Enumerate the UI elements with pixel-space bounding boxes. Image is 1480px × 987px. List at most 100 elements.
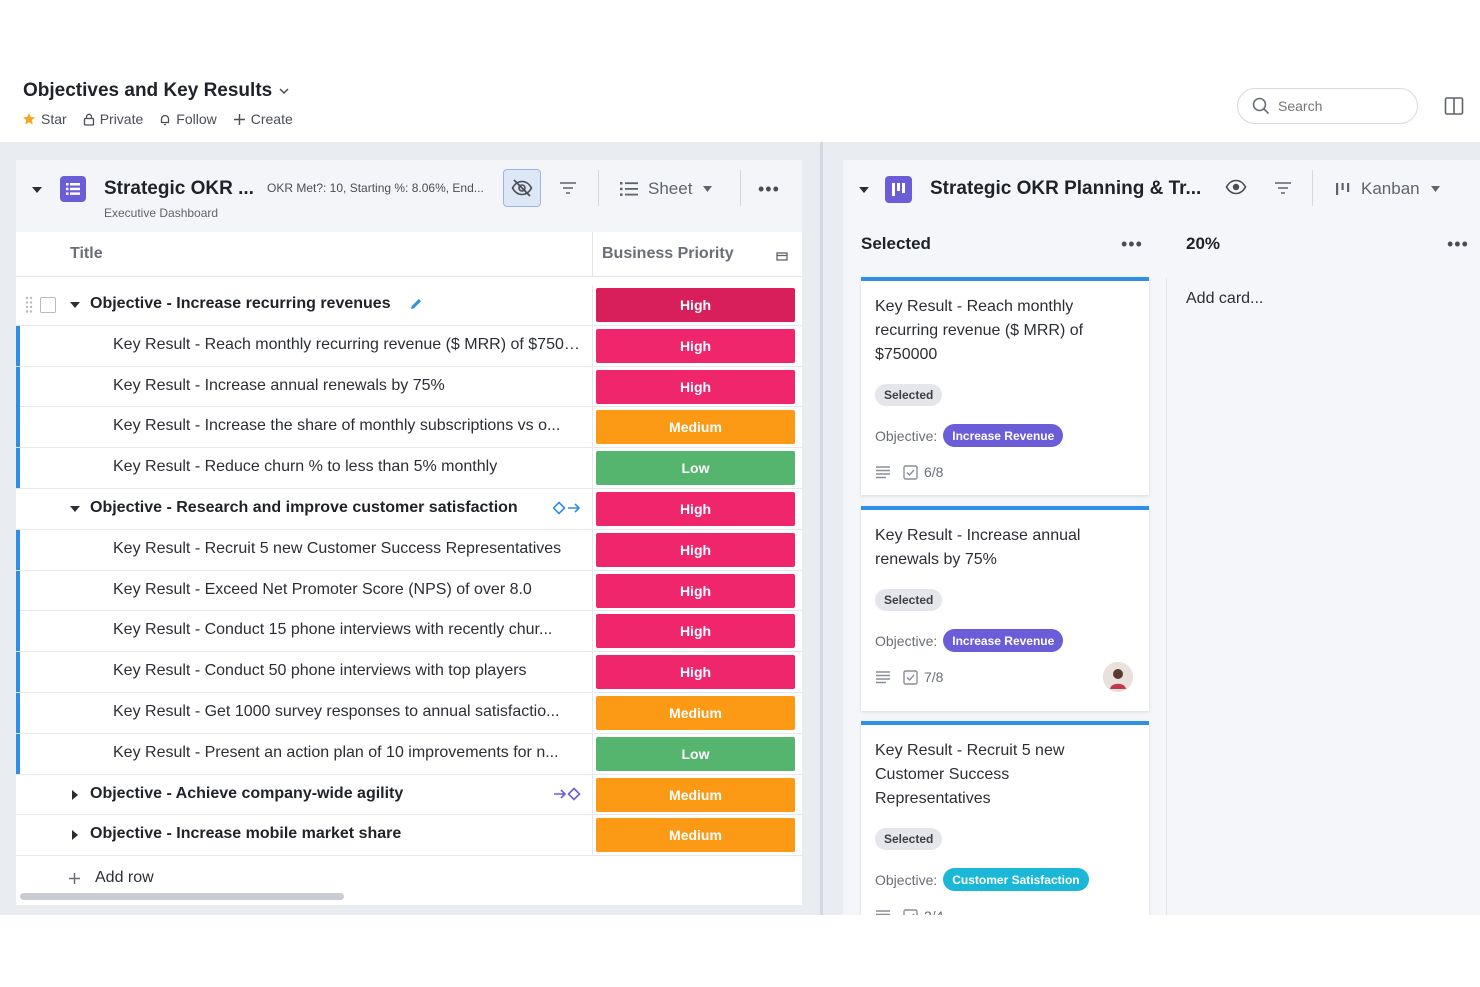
view-switcher[interactable]: Sheet bbox=[620, 179, 713, 199]
row-title[interactable]: Objective - Increase recurring revenues bbox=[90, 295, 391, 313]
key-result-row[interactable]: Key Result - Get 1000 survey responses t… bbox=[16, 692, 802, 734]
filter-icon[interactable] bbox=[1274, 180, 1292, 196]
row-title[interactable]: Key Result - Increase the share of month… bbox=[113, 417, 583, 435]
row-title[interactable]: Key Result - Reduce churn % to less than… bbox=[113, 458, 583, 476]
row-title[interactable]: Key Result - Reach monthly recurring rev… bbox=[113, 336, 583, 354]
filter-icon[interactable] bbox=[559, 180, 577, 196]
dependency-in-icon[interactable] bbox=[553, 786, 581, 806]
row-title[interactable]: Key Result - Present an action plan of 1… bbox=[113, 744, 583, 762]
priority-badge[interactable]: High bbox=[596, 532, 795, 567]
priority-badge[interactable]: Medium bbox=[596, 818, 795, 853]
objective-row[interactable]: Objective - Achieve company-wide agility… bbox=[16, 774, 802, 816]
key-result-row[interactable]: Key Result - Reach monthly recurring rev… bbox=[16, 325, 802, 367]
collapse-view-icon[interactable] bbox=[858, 184, 870, 196]
objective-tag[interactable]: Increase Revenue bbox=[943, 424, 1064, 447]
row-title[interactable]: Objective - Research and improve custome… bbox=[90, 499, 518, 517]
objective-tag[interactable]: Increase Revenue bbox=[943, 629, 1064, 652]
toolbar-divider bbox=[1312, 170, 1313, 206]
sheet-view-title[interactable]: Strategic OKR ... bbox=[104, 178, 254, 200]
objective-line: Objective: Customer Satisfaction bbox=[875, 868, 1089, 891]
priority-badge[interactable]: Low bbox=[596, 451, 795, 486]
view-switcher[interactable]: Kanban bbox=[1335, 179, 1441, 199]
status-badge: Selected bbox=[875, 589, 943, 611]
lane-more-button[interactable]: ••• bbox=[1447, 234, 1469, 255]
row-title[interactable]: Key Result - Conduct 50 phone interviews… bbox=[113, 662, 583, 680]
board-title[interactable]: Objectives and Key Results bbox=[23, 80, 290, 102]
kanban-card[interactable]: Key Result - Recruit 5 new Customer Succ… bbox=[861, 721, 1149, 915]
row-title[interactable]: Key Result - Get 1000 survey responses t… bbox=[113, 703, 583, 721]
objective-row[interactable]: Objective - Increase mobile market share… bbox=[16, 815, 802, 857]
card-title[interactable]: Key Result - Recruit 5 new Customer Succ… bbox=[875, 739, 1115, 811]
row-title[interactable]: Key Result - Increase annual renewals by… bbox=[113, 377, 583, 395]
panel-splitter[interactable] bbox=[820, 142, 823, 915]
star-button[interactable]: Star bbox=[22, 111, 67, 127]
collapse-view-icon[interactable] bbox=[31, 184, 43, 196]
split-layout-icon[interactable] bbox=[1444, 96, 1464, 116]
objective-row[interactable]: Objective - Increase recurring revenues H… bbox=[16, 285, 802, 326]
priority-badge[interactable]: High bbox=[596, 288, 795, 322]
priority-badge[interactable]: High bbox=[596, 614, 795, 649]
create-button[interactable]: Create bbox=[233, 111, 293, 127]
priority-badge[interactable]: High bbox=[596, 655, 795, 690]
more-options-button[interactable]: ••• bbox=[758, 179, 780, 200]
expand-right-icon[interactable] bbox=[70, 789, 80, 800]
expand-down-icon[interactable] bbox=[70, 300, 80, 310]
priority-badge[interactable]: Medium bbox=[596, 695, 795, 730]
objective-row[interactable]: Objective - Research and improve custome… bbox=[16, 488, 802, 530]
expand-down-icon[interactable] bbox=[70, 504, 80, 514]
priority-badge[interactable]: High bbox=[596, 491, 795, 526]
expand-right-icon[interactable] bbox=[70, 830, 80, 841]
add-card-button[interactable]: Add card... bbox=[1186, 290, 1263, 308]
row-title[interactable]: Key Result - Conduct 15 phone interviews… bbox=[113, 621, 583, 639]
drag-handle-icon[interactable] bbox=[25, 296, 33, 319]
hide-fields-button[interactable] bbox=[503, 169, 541, 207]
fields-summary[interactable]: OKR Met?: 10, Starting %: 8.06%, End... bbox=[267, 181, 484, 195]
lane-more-button[interactable]: ••• bbox=[1121, 234, 1143, 255]
eye-icon[interactable] bbox=[1225, 179, 1247, 195]
kanban-view-title[interactable]: Strategic OKR Planning & Tr... bbox=[930, 178, 1201, 200]
key-result-row[interactable]: Key Result - Exceed Net Promoter Score (… bbox=[16, 570, 802, 612]
key-result-row[interactable]: Key Result - Conduct 50 phone interviews… bbox=[16, 652, 802, 693]
kanban-card[interactable]: Key Result - Reach monthly recurring rev… bbox=[861, 277, 1149, 495]
follow-button[interactable]: Follow bbox=[159, 111, 217, 127]
search-input[interactable] bbox=[1278, 98, 1398, 114]
card-title[interactable]: Key Result - Reach monthly recurring rev… bbox=[875, 295, 1115, 367]
lane-title-20[interactable]: 20% bbox=[1186, 234, 1220, 254]
column-menu-icon[interactable] bbox=[776, 250, 788, 261]
priority-badge[interactable]: Low bbox=[596, 736, 795, 771]
avatar[interactable] bbox=[1103, 662, 1133, 692]
priority-badge[interactable]: High bbox=[596, 328, 795, 363]
objective-tag[interactable]: Customer Satisfaction bbox=[943, 868, 1089, 891]
column-header-priority[interactable]: Business Priority bbox=[602, 245, 734, 263]
row-accent-bar bbox=[16, 325, 20, 366]
key-result-row[interactable]: Key Result - Increase annual renewals by… bbox=[16, 366, 802, 408]
priority-badge[interactable]: High bbox=[596, 573, 795, 608]
checklist-value: 2/4 bbox=[924, 908, 943, 915]
priority-badge[interactable]: High bbox=[596, 369, 795, 404]
pencil-icon[interactable] bbox=[409, 297, 423, 316]
row-title[interactable]: Objective - Achieve company-wide agility bbox=[90, 785, 403, 803]
cell-divider bbox=[592, 448, 593, 489]
add-row-label: Add row bbox=[95, 869, 154, 886]
row-checkbox[interactable] bbox=[40, 297, 56, 313]
key-result-row[interactable]: Key Result - Recruit 5 new Customer Succ… bbox=[16, 529, 802, 571]
column-header-title[interactable]: Title bbox=[70, 245, 103, 263]
card-title[interactable]: Key Result - Increase annual renewals by… bbox=[875, 524, 1115, 572]
lane-title-selected[interactable]: Selected bbox=[861, 234, 931, 254]
key-result-row[interactable]: Key Result - Reduce churn % to less than… bbox=[16, 448, 802, 489]
row-title[interactable]: Objective - Increase mobile market share bbox=[90, 825, 401, 843]
key-result-row[interactable]: Key Result - Present an action plan of 1… bbox=[16, 733, 802, 775]
row-title[interactable]: Key Result - Recruit 5 new Customer Succ… bbox=[113, 540, 583, 558]
checkbox-icon bbox=[903, 464, 918, 480]
priority-badge[interactable]: Medium bbox=[596, 410, 795, 445]
kanban-card[interactable]: Key Result - Increase annual renewals by… bbox=[861, 506, 1149, 711]
key-result-row[interactable]: Key Result - Conduct 15 phone interviews… bbox=[16, 611, 802, 653]
priority-badge[interactable]: Medium bbox=[596, 777, 795, 812]
key-result-row[interactable]: Key Result - Increase the share of month… bbox=[16, 407, 802, 449]
dependency-out-icon[interactable] bbox=[552, 501, 581, 520]
horizontal-scrollbar[interactable] bbox=[20, 893, 344, 900]
private-button[interactable]: Private bbox=[83, 111, 143, 127]
add-row-button[interactable]: Add row bbox=[68, 869, 154, 887]
row-title[interactable]: Key Result - Exceed Net Promoter Score (… bbox=[113, 581, 583, 599]
search-box[interactable] bbox=[1237, 88, 1418, 124]
